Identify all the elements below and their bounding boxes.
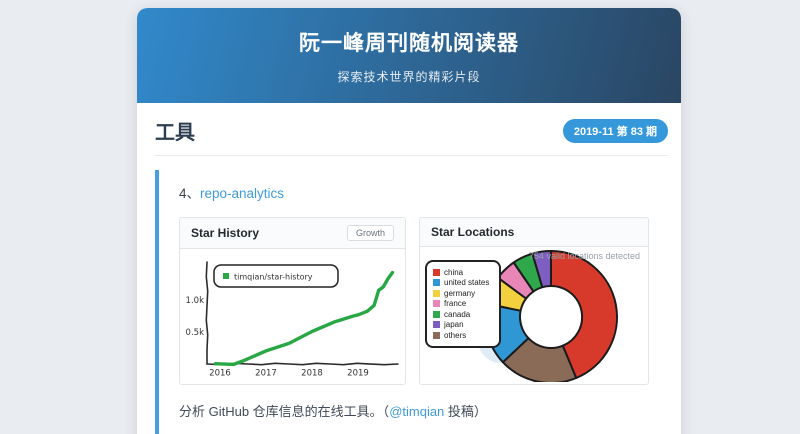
legend-item-canada: canada xyxy=(433,309,493,320)
section-divider xyxy=(155,155,668,156)
main-card: 阮一峰周刊随机阅读器 探索技术世界的精彩片段 工具 2019-11 第 83 期… xyxy=(137,8,681,434)
article-index: 4、 xyxy=(179,186,200,201)
legend-item-germany: germany xyxy=(433,288,493,299)
page-content: 工具 2019-11 第 83 期 4、repo-analytics Star … xyxy=(137,103,681,434)
legend-label: united states xyxy=(444,278,489,287)
growth-button[interactable]: Growth xyxy=(347,225,394,241)
charts-row: Star History Growth 2016 2017 2018 2019 0.5k… xyxy=(179,217,668,385)
legend-swatch xyxy=(433,279,440,286)
legend-label: japan xyxy=(444,320,464,329)
article-item: 4、repo-analytics Star History Growth 201… xyxy=(155,170,668,434)
legend-swatch xyxy=(433,321,440,328)
legend-item-france: france xyxy=(433,299,493,310)
star-history-body: 2016 2017 2018 2019 0.5k 1.0k timqian/star-his… xyxy=(180,249,405,384)
valid-locations-note: 754 valid locations detected xyxy=(529,251,640,261)
star-locations-title: Star Locations xyxy=(431,225,514,239)
legend-label: others xyxy=(444,331,466,340)
page-header: 阮一峰周刊随机阅读器 探索技术世界的精彩片段 xyxy=(137,8,681,103)
timqian-link[interactable]: @timqian xyxy=(389,404,444,419)
star-locations-card: Star Locations 754 valid locations detec… xyxy=(419,217,649,385)
article-title: 4、repo-analytics xyxy=(179,182,668,202)
svg-text:1.0k: 1.0k xyxy=(186,296,205,306)
legend-swatch xyxy=(433,290,440,297)
article-caption: 分析 GitHub 仓库信息的在线工具。（@timqian 投稿） xyxy=(179,401,668,420)
caption-suffix: 投稿） xyxy=(444,404,487,419)
legend-item-others: others xyxy=(433,330,493,341)
star-history-chart: 2016 2017 2018 2019 0.5k 1.0k timqian/star-his… xyxy=(180,249,405,384)
svg-text:2019: 2019 xyxy=(347,369,369,379)
star-history-header: Star History Growth xyxy=(180,218,405,249)
section-title: 工具 xyxy=(155,116,195,145)
svg-text:2018: 2018 xyxy=(301,369,323,379)
star-locations-body: 754 valid locations detected chinaunited… xyxy=(420,247,648,382)
issue-badge: 2019-11 第 83 期 xyxy=(563,119,668,143)
legend-item-united-states: united states xyxy=(433,278,493,289)
page-title: 阮一峰周刊随机阅读器 xyxy=(299,27,519,57)
legend-label: china xyxy=(444,268,463,277)
svg-text:2016: 2016 xyxy=(209,369,231,379)
svg-text:0.5k: 0.5k xyxy=(186,328,205,338)
svg-text:timqian/star-history: timqian/star-history xyxy=(234,273,313,282)
page-subtitle: 探索技术世界的精彩片段 xyxy=(337,68,480,85)
star-locations-header: Star Locations xyxy=(420,218,648,247)
repo-analytics-link[interactable]: repo-analytics xyxy=(200,186,284,201)
section-header: 工具 2019-11 第 83 期 xyxy=(155,116,668,145)
legend-item-china: china xyxy=(433,267,493,278)
star-history-card: Star History Growth 2016 2017 2018 2019 0.5k… xyxy=(179,217,406,385)
star-history-title: Star History xyxy=(191,226,259,240)
legend-label: france xyxy=(444,299,466,308)
caption-prefix: 分析 GitHub 仓库信息的在线工具。（ xyxy=(179,404,389,419)
legend-label: canada xyxy=(444,310,470,319)
legend-swatch xyxy=(433,269,440,276)
legend-swatch xyxy=(433,300,440,307)
legend-swatch xyxy=(433,332,440,339)
legend-swatch xyxy=(433,311,440,318)
legend-item-japan: japan xyxy=(433,320,493,331)
svg-text:2017: 2017 xyxy=(255,369,277,379)
donut-legend: chinaunited states germanyfrance canadajap… xyxy=(425,260,501,348)
legend-label: germany xyxy=(444,289,475,298)
